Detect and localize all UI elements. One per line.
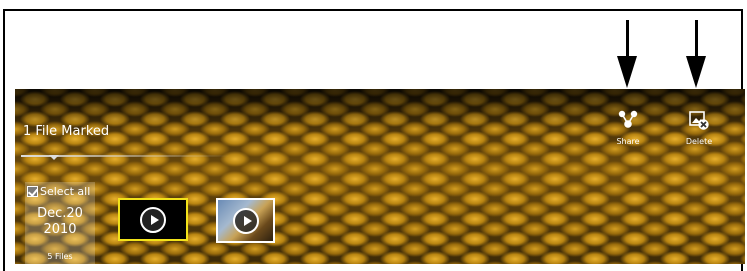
delete-label: Delete [685,137,713,146]
title-underline-notch [49,155,59,160]
gallery-screen: 1 File Marked Share Delete Select all De… [15,89,745,264]
delete-button[interactable]: Delete [671,109,727,146]
share-button[interactable]: Share [600,109,656,146]
group-date-day: Dec.20 [37,206,83,221]
date-group-panel: Select all Dec.20 2010 5 Files [25,182,95,264]
group-date-year: 2010 [43,222,77,237]
select-all-label: Select all [40,185,91,198]
marked-count-title: 1 File Marked [23,124,110,139]
play-icon [232,207,259,234]
share-icon [618,110,638,128]
select-all-checkbox[interactable]: Select all [27,185,90,198]
group-date: Dec.20 2010 [25,206,95,238]
group-file-count: 5 Files [47,252,73,261]
checkbox-icon [27,186,38,197]
delete-icon [689,111,709,130]
share-label: Share [616,137,640,146]
video-thumbnail-selected[interactable] [118,198,188,241]
video-thumbnail[interactable] [216,198,275,243]
play-icon [140,206,166,233]
